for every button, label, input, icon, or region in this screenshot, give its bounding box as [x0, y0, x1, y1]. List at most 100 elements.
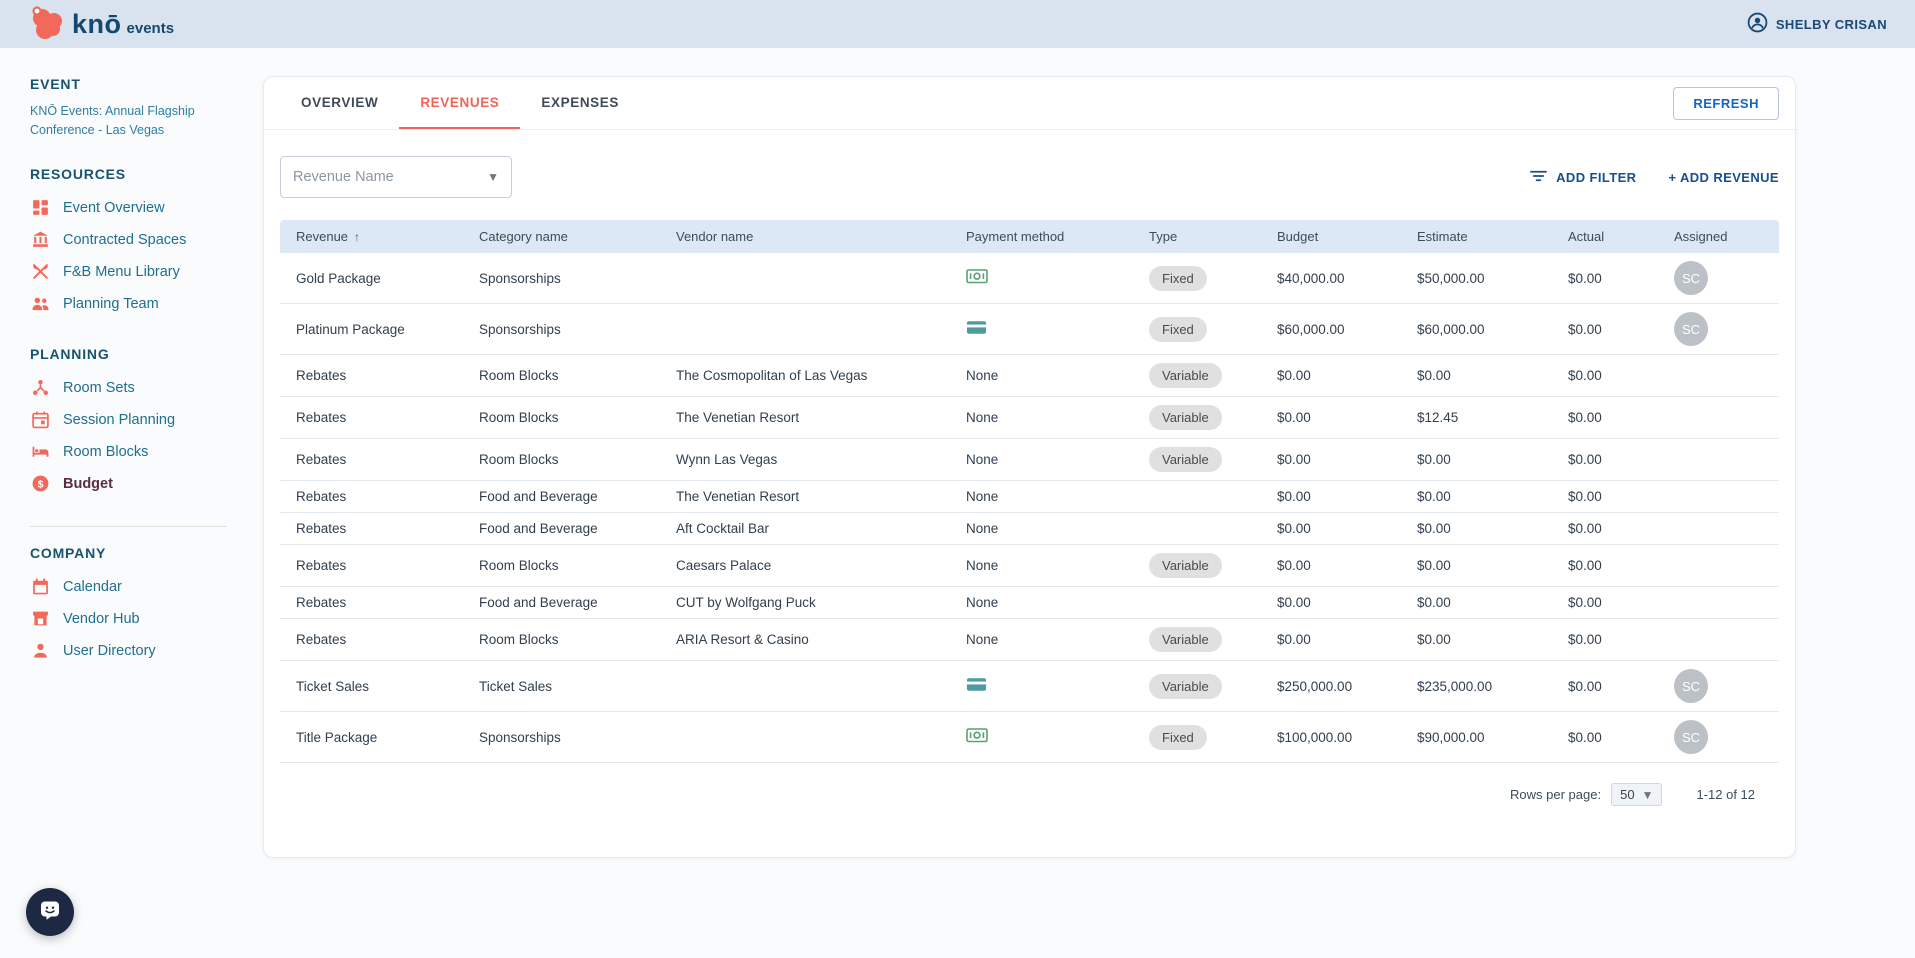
- cell-revenue: Ticket Sales: [280, 660, 463, 712]
- revenues-table: Revenue ↑ Category name Vendor name Payment …: [280, 220, 1779, 763]
- sidebar-item-event-overview[interactable]: Event Overview: [30, 192, 263, 224]
- sidebar-item-f-b-menu-library[interactable]: F&B Menu Library: [30, 256, 263, 288]
- calendar-icon: [30, 577, 50, 597]
- sidebar-item-room-sets[interactable]: Room Sets: [30, 372, 263, 404]
- column-header-assigned[interactable]: Assigned: [1658, 220, 1779, 253]
- assignee-avatar[interactable]: SC: [1674, 261, 1708, 295]
- cell-actual: $0.00: [1552, 544, 1658, 587]
- cell-type: Fixed: [1133, 711, 1261, 763]
- sidebar: EVENT KNŌ Events: Annual Flagship Confere…: [0, 48, 263, 958]
- brand-suffix: events: [126, 19, 175, 37]
- cell-vendor: Wynn Las Vegas: [660, 438, 950, 481]
- sidebar-item-contracted-spaces[interactable]: Contracted Spaces: [30, 224, 263, 256]
- type-chip: Variable: [1149, 447, 1222, 472]
- cell-category: Ticket Sales: [463, 660, 660, 712]
- chat-smiley-icon: [39, 899, 61, 926]
- cell-vendor: ARIA Resort & Casino: [660, 618, 950, 661]
- cell-estimate: $235,000.00: [1401, 660, 1552, 712]
- assignee-avatar[interactable]: SC: [1674, 720, 1708, 754]
- sidebar-section-event: EVENT KNŌ Events: Annual Flagship Confere…: [30, 76, 263, 140]
- table-row[interactable]: Rebates Food and Beverage CUT by Wolfgang …: [280, 586, 1779, 619]
- cell-type: Fixed: [1133, 253, 1261, 304]
- add-filter-button[interactable]: ADD FILTER: [1530, 170, 1636, 185]
- filter-select-value: Revenue Name: [293, 169, 394, 185]
- tab-overview[interactable]: OVERVIEW: [280, 77, 399, 129]
- sidebar-item-vendor-hub[interactable]: Vendor Hub: [30, 603, 263, 635]
- cell-vendor: The Cosmopolitan of Las Vegas: [660, 354, 950, 397]
- table-row[interactable]: Title Package Sponsorships Fixed $100,000.0…: [280, 711, 1779, 763]
- cell-vendor: [660, 253, 950, 304]
- column-header-revenue[interactable]: Revenue ↑: [280, 220, 463, 253]
- user-menu[interactable]: SHELBY CRISAN: [1747, 12, 1887, 36]
- sidebar-item-label: Calendar: [63, 578, 122, 595]
- sidebar-item-label: Session Planning: [63, 411, 176, 428]
- cell-payment-method: None: [950, 396, 1133, 439]
- rows-per-page-label: Rows per page:: [1510, 787, 1602, 802]
- table-row[interactable]: Rebates Room Blocks Caesars Palace None Vari…: [280, 544, 1779, 587]
- building-icon: [30, 230, 50, 250]
- cell-budget: $0.00: [1261, 396, 1401, 439]
- cell-category: Sponsorships: [463, 711, 660, 763]
- table-row[interactable]: Rebates Room Blocks The Cosmopolitan of La…: [280, 354, 1779, 397]
- column-header-type[interactable]: Type: [1133, 220, 1261, 253]
- column-header-payment-method[interactable]: Payment method: [950, 220, 1133, 253]
- cell-budget: $0.00: [1261, 480, 1401, 513]
- column-header-category-name[interactable]: Category name: [463, 220, 660, 253]
- cell-budget: $0.00: [1261, 512, 1401, 545]
- cell-estimate: $0.00: [1401, 480, 1552, 513]
- tab-expenses[interactable]: EXPENSES: [520, 77, 640, 129]
- sidebar-item-label: Vendor Hub: [63, 610, 140, 627]
- chat-launcher-button[interactable]: [26, 888, 74, 936]
- cell-assigned: [1658, 480, 1779, 513]
- sidebar-item-session-planning[interactable]: Session Planning: [30, 404, 263, 436]
- assignee-avatar[interactable]: SC: [1674, 669, 1708, 703]
- rows-per-page-select[interactable]: 50 ▼: [1611, 783, 1663, 806]
- cell-actual: $0.00: [1552, 512, 1658, 545]
- cell-actual: $0.00: [1552, 618, 1658, 661]
- cell-payment-method: None: [950, 480, 1133, 513]
- sidebar-item-calendar[interactable]: Calendar: [30, 571, 263, 603]
- topbar: knō events SHELBY CRISAN: [0, 0, 1915, 48]
- tabs: OVERVIEW REVENUES EXPENSES: [280, 77, 640, 129]
- tab-revenues[interactable]: REVENUES: [399, 77, 521, 129]
- cell-type: [1133, 586, 1261, 619]
- table-row[interactable]: Rebates Food and Beverage The Venetian Res…: [280, 480, 1779, 513]
- table-row[interactable]: Gold Package Sponsorships Fixed $40,000.00 $…: [280, 253, 1779, 304]
- cell-vendor: [660, 303, 950, 355]
- assignee-avatar[interactable]: SC: [1674, 312, 1708, 346]
- calendar-event-icon: [30, 410, 50, 430]
- column-header-budget[interactable]: Budget: [1261, 220, 1401, 253]
- cell-category: Room Blocks: [463, 544, 660, 587]
- add-revenue-button[interactable]: + ADD REVENUE: [1668, 170, 1779, 185]
- column-header-actual[interactable]: Actual: [1552, 220, 1658, 253]
- cell-budget: $0.00: [1261, 544, 1401, 587]
- type-chip: Fixed: [1149, 316, 1207, 342]
- table-row[interactable]: Rebates Room Blocks Wynn Las Vegas None Vari…: [280, 438, 1779, 481]
- table-row[interactable]: Rebates Room Blocks The Venetian Resort Non…: [280, 396, 1779, 439]
- revenue-name-filter-select[interactable]: Revenue Name ▼: [280, 156, 512, 198]
- refresh-button[interactable]: REFRESH: [1673, 86, 1779, 120]
- sidebar-item-user-directory[interactable]: User Directory: [30, 635, 263, 667]
- type-chip: Variable: [1149, 405, 1222, 430]
- cell-vendor: The Venetian Resort: [660, 480, 950, 513]
- cell-type: Variable: [1133, 544, 1261, 587]
- sidebar-item-budget[interactable]: $ Budget: [30, 468, 263, 500]
- table-row[interactable]: Rebates Food and Beverage Aft Cocktail Bar…: [280, 512, 1779, 545]
- cell-assigned: [1658, 544, 1779, 587]
- cell-assigned: SC: [1658, 253, 1779, 304]
- sidebar-item-planning-team[interactable]: Planning Team: [30, 288, 263, 320]
- kno-logo-icon: [28, 4, 66, 45]
- table-row[interactable]: Ticket Sales Ticket Sales Variable $250,000…: [280, 660, 1779, 712]
- cell-payment-method: None: [950, 512, 1133, 545]
- cell-payment-method: None: [950, 438, 1133, 481]
- brand[interactable]: knō events: [28, 4, 174, 45]
- table-row[interactable]: Platinum Package Sponsorships Fixed $60,000…: [280, 303, 1779, 355]
- cell-estimate: $50,000.00: [1401, 253, 1552, 304]
- sidebar-item-room-blocks[interactable]: Room Blocks: [30, 436, 263, 468]
- column-header-estimate[interactable]: Estimate: [1401, 220, 1552, 253]
- cell-estimate: $0.00: [1401, 544, 1552, 587]
- table-row[interactable]: Rebates Room Blocks ARIA Resort & Casino No…: [280, 618, 1779, 661]
- column-header-vendor-name[interactable]: Vendor name: [660, 220, 950, 253]
- cell-category: Room Blocks: [463, 354, 660, 397]
- sidebar-heading-company: COMPANY: [30, 544, 107, 561]
